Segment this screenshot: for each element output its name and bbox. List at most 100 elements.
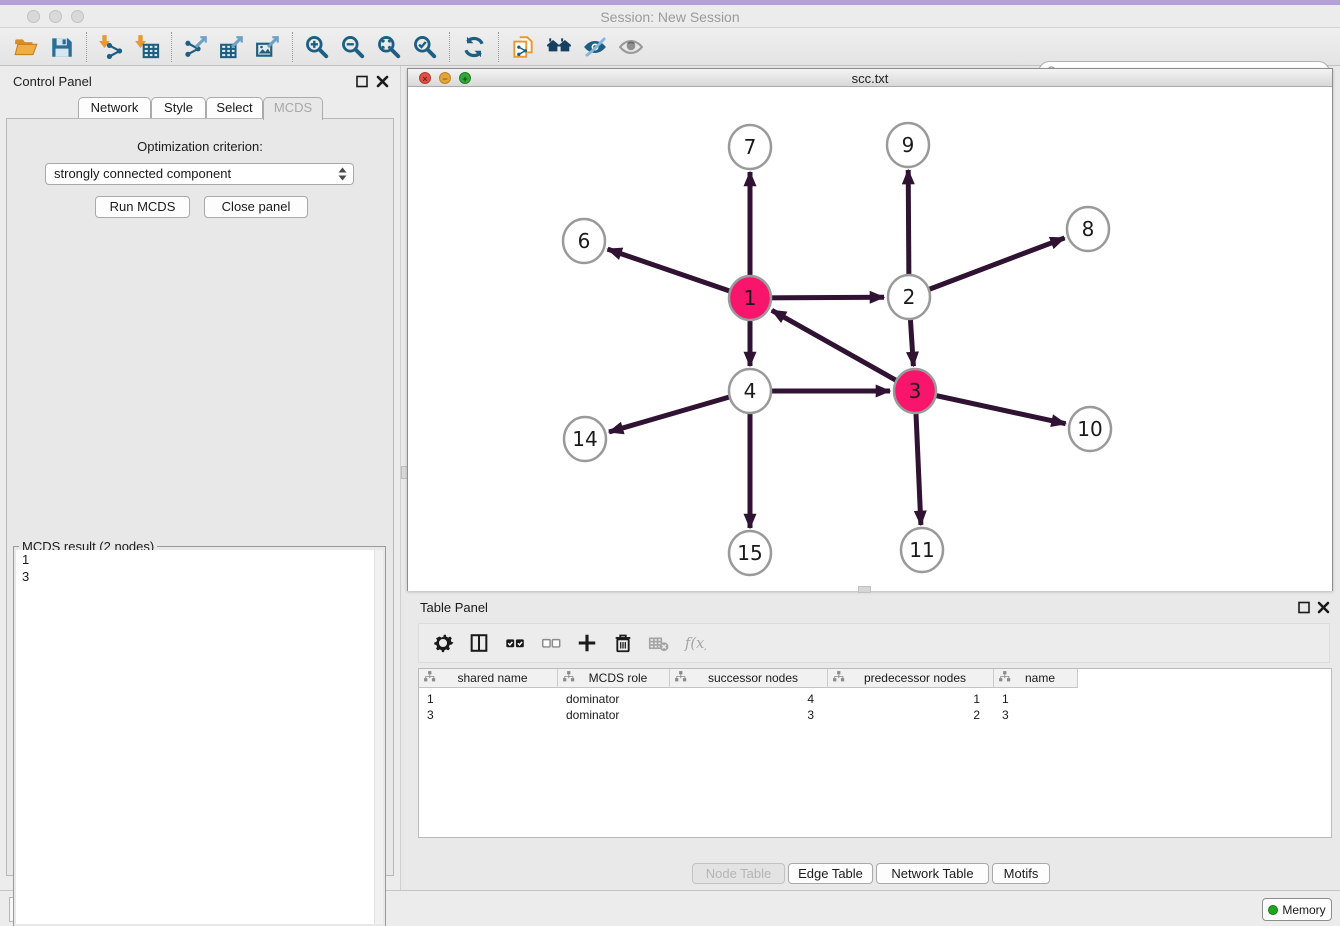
first-neighbors-icon[interactable] (541, 31, 577, 63)
node-2[interactable]: 2 (888, 275, 930, 319)
node-15[interactable]: 15 (729, 531, 771, 575)
node-table[interactable]: shared nameMCDS rolesuccessor nodes prede… (418, 668, 1332, 838)
optimization-criterion-select[interactable]: strongly connected component (45, 163, 354, 185)
gear-icon[interactable] (425, 627, 461, 659)
run-mcds-button[interactable]: Run MCDS (95, 196, 190, 218)
tab-edge-table[interactable]: Edge Table (788, 863, 873, 884)
table-cell[interactable]: dominator (558, 691, 670, 707)
column-header-successor-nodes[interactable]: successor nodes (670, 669, 828, 688)
node-4[interactable]: 4 (729, 369, 771, 413)
svg-text:4: 4 (744, 379, 757, 403)
zoom-fit-icon[interactable] (371, 31, 407, 63)
import-network-icon[interactable] (93, 31, 129, 63)
tab-select[interactable]: Select (206, 97, 263, 118)
table-cell[interactable]: 1 (994, 691, 1078, 707)
svg-text:3: 3 (909, 379, 922, 403)
memory-status-icon (1268, 905, 1278, 915)
select-all-icon[interactable] (497, 627, 533, 659)
mcds-panel: Optimization criterion: strongly connect… (6, 118, 394, 876)
toolbar-separator (498, 32, 499, 62)
column-header-shared-name[interactable]: shared name (419, 669, 558, 688)
export-table-icon[interactable] (214, 31, 250, 63)
node-3[interactable]: 3 (894, 369, 936, 413)
table-cell[interactable]: dominator (558, 707, 670, 723)
node-14[interactable]: 14 (564, 417, 606, 461)
table-cell[interactable]: 3 (994, 707, 1078, 723)
network-graph[interactable]: 7 9 6 8 1 2 4 3 14 10 15 11 (408, 87, 1332, 591)
table-header-row: shared nameMCDS rolesuccessor nodes prede… (419, 669, 1078, 688)
node-6[interactable]: 6 (563, 219, 605, 263)
node-1[interactable]: 1 (729, 276, 771, 320)
zoom-in-icon[interactable] (299, 31, 335, 63)
control-panel-title: Control Panel (13, 74, 92, 89)
table-cell[interactable]: 2 (828, 707, 994, 723)
add-column-icon[interactable] (569, 627, 605, 659)
svg-text:11: 11 (909, 538, 934, 562)
import-table-icon[interactable] (129, 31, 165, 63)
show-all-icon (613, 31, 649, 63)
edge-3-1[interactable] (772, 310, 915, 391)
memory-button[interactable]: Memory (1262, 898, 1332, 921)
column-header-MCDS-role[interactable]: MCDS role (558, 669, 670, 688)
deselect-all-icon[interactable] (533, 627, 569, 659)
svg-text:15: 15 (737, 541, 762, 565)
column-header-predecessor-nodes[interactable]: predecessor nodes (828, 669, 994, 688)
duplicate-network-icon[interactable] (505, 31, 541, 63)
save-icon[interactable] (44, 31, 80, 63)
close-panel-button[interactable]: Close panel (204, 196, 308, 218)
delete-column-icon[interactable] (605, 627, 641, 659)
table-cell[interactable]: 1 (419, 691, 558, 707)
table-cell[interactable]: 4 (670, 691, 828, 707)
float-table-panel-icon[interactable] (1297, 600, 1312, 615)
node-8[interactable]: 8 (1067, 207, 1109, 251)
table-cell[interactable]: 3 (419, 707, 558, 723)
float-panel-icon[interactable] (355, 74, 370, 89)
tab-node-table[interactable]: Node Table (692, 863, 785, 884)
network-window-titlebar[interactable]: × − + scc.txt (408, 69, 1332, 87)
hide-selected-icon[interactable] (577, 31, 613, 63)
close-panel-icon[interactable] (375, 74, 390, 89)
open-folder-icon[interactable] (8, 31, 44, 63)
column-header-label: shared name (436, 671, 557, 685)
table-toolbar: f(x) (418, 623, 1330, 663)
node-7[interactable]: 7 (729, 125, 771, 169)
column-type-icon (828, 670, 845, 686)
zoom-selected-icon[interactable] (407, 31, 443, 63)
edge-2-8[interactable] (909, 238, 1065, 297)
edge-3-10[interactable] (915, 391, 1066, 424)
titlebar[interactable]: Session: New Session (0, 5, 1340, 28)
mcds-result-text[interactable]: 1 3 (16, 550, 374, 924)
svg-text:f(x): f(x) (684, 635, 706, 652)
export-network-icon[interactable] (178, 31, 214, 63)
column-header-label: predecessor nodes (845, 671, 993, 685)
tab-network[interactable]: Network (78, 97, 151, 118)
function-builder-icon: f(x) (677, 627, 713, 659)
control-panel: Control Panel NetworkStyleSelectMCDS Opt… (0, 66, 400, 890)
edge-1-6[interactable] (608, 249, 750, 298)
node-9[interactable]: 9 (887, 123, 929, 167)
svg-text:8: 8 (1082, 217, 1095, 241)
column-header-name[interactable]: name (994, 669, 1078, 688)
network-window-title: scc.txt (408, 71, 1332, 86)
export-image-icon[interactable] (250, 31, 286, 63)
tab-motifs[interactable]: Motifs (992, 863, 1050, 884)
table-row[interactable]: 3dominator323 (419, 707, 1078, 723)
table-cell[interactable]: 3 (670, 707, 828, 723)
split-columns-icon[interactable] (461, 627, 497, 659)
node-11[interactable]: 11 (901, 528, 943, 572)
node-10[interactable]: 10 (1069, 407, 1111, 451)
tab-style[interactable]: Style (151, 97, 206, 118)
tab-network-table[interactable]: Network Table (876, 863, 989, 884)
svg-text:9: 9 (902, 133, 915, 157)
table-row[interactable]: 1dominator411 (419, 691, 1078, 707)
refresh-icon[interactable] (456, 31, 492, 63)
zoom-out-icon[interactable] (335, 31, 371, 63)
memory-label: Memory (1282, 903, 1325, 917)
tab-mcds[interactable]: MCDS (263, 97, 323, 120)
close-table-panel-icon[interactable] (1316, 600, 1331, 615)
table-panel-title: Table Panel (420, 600, 488, 615)
horizontal-splitter-grip[interactable] (858, 586, 871, 593)
network-canvas[interactable]: 7 9 6 8 1 2 4 3 14 10 15 11 (408, 87, 1332, 591)
mcds-result-scrollbar[interactable] (374, 550, 383, 924)
table-cell[interactable]: 1 (828, 691, 994, 707)
